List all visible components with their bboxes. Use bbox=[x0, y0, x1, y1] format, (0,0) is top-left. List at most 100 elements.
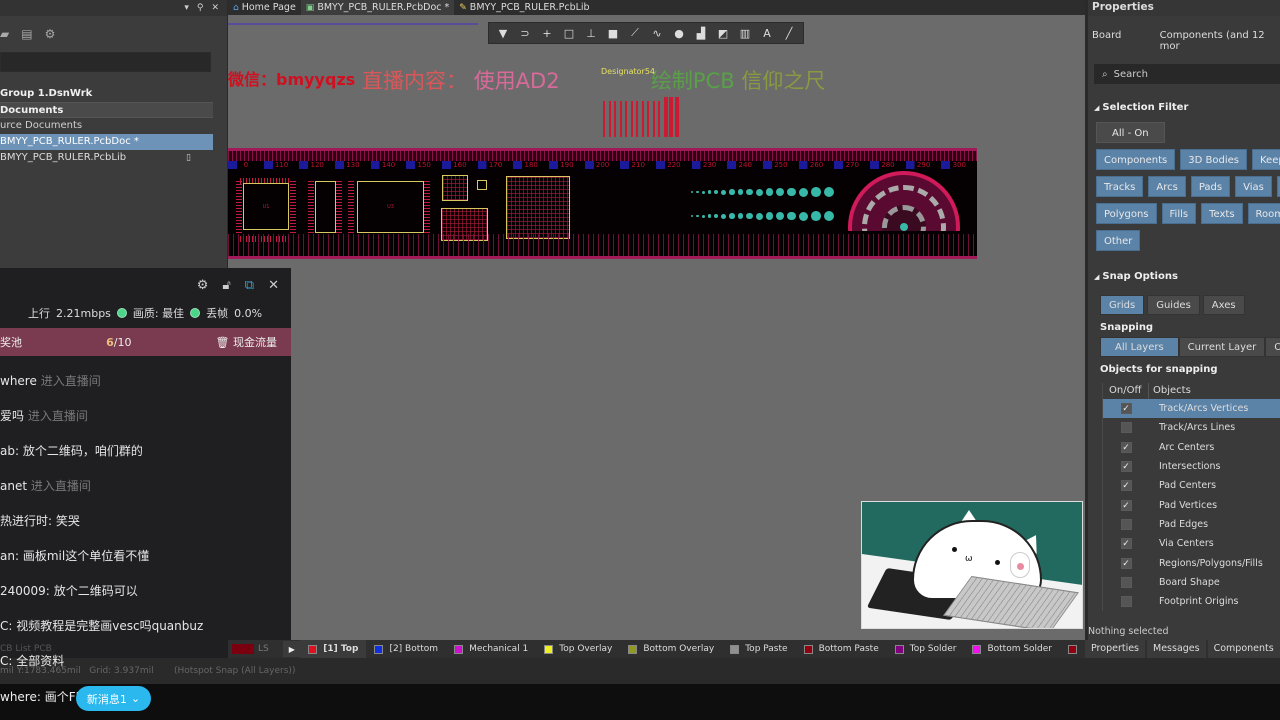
chart-icon[interactable]: ▥ bbox=[737, 25, 753, 41]
rect-fill-icon[interactable]: ◩ bbox=[715, 25, 731, 41]
filter-arcs-button[interactable]: Arcs bbox=[1148, 176, 1186, 197]
pcb-board[interactable]: 0 110 120 130 140 150 160 170 180 190 200 210 220 230… bbox=[228, 148, 977, 259]
filter-polygons-button[interactable]: Polygons bbox=[1096, 203, 1157, 224]
diff-pair-icon[interactable]: ∿ bbox=[649, 25, 665, 41]
via-icon[interactable]: ● bbox=[671, 25, 687, 41]
small-part[interactable] bbox=[477, 180, 487, 190]
bga-large-chip[interactable] bbox=[506, 176, 570, 239]
snap-object-checkbox[interactable] bbox=[1120, 518, 1132, 530]
selection-filter-header[interactable]: ◢ Selection Filter bbox=[1088, 102, 1280, 116]
tree-item-workspace[interactable]: Group 1.DsnWrk bbox=[0, 86, 213, 102]
snap-object-row[interactable]: Track/Arcs Lines bbox=[1103, 418, 1280, 437]
qfp-chip[interactable]: U1 bbox=[243, 183, 289, 230]
layer-tab[interactable]: Bottom Overlay bbox=[620, 640, 722, 658]
select-rect-icon[interactable]: □ bbox=[561, 25, 577, 41]
snap-object-checkbox[interactable]: ✓ bbox=[1120, 403, 1132, 415]
close-icon[interactable]: ✕ bbox=[211, 3, 219, 13]
pool-action[interactable]: 🗑︎ 现金流量 bbox=[216, 334, 277, 350]
layer-set-selector[interactable]: LS bbox=[228, 641, 275, 657]
snap-options-header[interactable]: ◢ Snap Options bbox=[1088, 271, 1280, 285]
snap-object-checkbox[interactable] bbox=[1120, 596, 1132, 608]
new-message-button[interactable]: 新消息1 ⌄ bbox=[76, 686, 151, 711]
soic-chip[interactable] bbox=[315, 181, 336, 233]
tab-home-page[interactable]: ⌂ Home Page bbox=[228, 0, 301, 15]
route-icon[interactable]: ⊃ bbox=[517, 25, 533, 41]
tree-item-pcbdoc[interactable]: BMYY_PCB_RULER.PcbDoc * bbox=[0, 134, 213, 150]
snap-object-row[interactable]: Pad Edges bbox=[1103, 515, 1280, 534]
snap-object-checkbox[interactable]: ✓ bbox=[1120, 461, 1132, 473]
properties-search-input[interactable]: ⌕ Search bbox=[1094, 64, 1280, 84]
filter-fills-button[interactable]: Fills bbox=[1161, 203, 1197, 224]
layer-tab[interactable]: Bottom Solder bbox=[964, 640, 1060, 658]
tree-item-pcblib[interactable]: BMYY_PCB_RULER.PcbLib ▯ bbox=[0, 150, 213, 166]
interactive-route-icon[interactable]: ⟋ bbox=[627, 25, 643, 41]
layer-tab[interactable]: [2] Bottom bbox=[366, 640, 446, 658]
layer-tab[interactable]: Top Solder bbox=[887, 640, 965, 658]
snapping-option[interactable]: Current Layer bbox=[1178, 337, 1266, 357]
pcb-canvas[interactable]: ▼ ⊃ + □ ⊥ ■ ⟋ ∿ ● ▟ ◩ ▥ A ╱ 微信：bmyyqzs 直播内容： 使用AD2 绘制… bbox=[228, 15, 1085, 640]
snap-object-row[interactable]: ✓ Track/Arcs Vertices bbox=[1103, 399, 1280, 419]
snap-mode-grids-button[interactable]: Grids bbox=[1100, 295, 1145, 315]
layer-tab[interactable]: Top Paste bbox=[722, 640, 795, 658]
snap-mode-guides-button[interactable]: Guides bbox=[1147, 295, 1200, 315]
gear-icon[interactable]: ⚙ bbox=[45, 27, 56, 41]
snap-object-checkbox[interactable]: ✓ bbox=[1120, 480, 1132, 492]
snap-object-row[interactable]: ✓ Intersections bbox=[1103, 457, 1280, 476]
layer-tab[interactable]: Top Overlay bbox=[536, 640, 620, 658]
snap-object-row[interactable]: Board Shape bbox=[1103, 573, 1280, 592]
copy-icon[interactable]: ▤ bbox=[21, 27, 32, 41]
tree-item-source-documents[interactable]: urce Documents bbox=[0, 118, 213, 134]
filter-components-button[interactable]: Components bbox=[1096, 149, 1176, 170]
bga-small-chip[interactable] bbox=[442, 175, 468, 201]
popout-icon[interactable]: ⧉ bbox=[245, 278, 254, 293]
snapping-option[interactable]: All Layers bbox=[1100, 337, 1179, 357]
snap-object-checkbox[interactable] bbox=[1120, 422, 1132, 434]
all-on-button[interactable]: All - On bbox=[1096, 122, 1165, 143]
snap-object-checkbox[interactable]: ✓ bbox=[1120, 441, 1132, 453]
snap-object-checkbox[interactable]: ✓ bbox=[1120, 557, 1132, 569]
fill-icon[interactable]: ▟ bbox=[693, 25, 709, 41]
crosshair-icon[interactable]: + bbox=[539, 25, 555, 41]
projects-search-input[interactable] bbox=[0, 52, 211, 72]
filter-texts-button[interactable]: Texts bbox=[1201, 203, 1243, 224]
snap-object-checkbox[interactable] bbox=[1120, 576, 1132, 588]
tab-properties[interactable]: Properties bbox=[1085, 640, 1146, 658]
filter-vias-button[interactable]: Vias bbox=[1235, 176, 1272, 197]
tree-item-documents[interactable]: Documents bbox=[0, 102, 213, 118]
lock-icon[interactable]: 🔓︎ bbox=[222, 278, 230, 293]
filter-tracks-button[interactable]: Tracks bbox=[1096, 176, 1144, 197]
prize-pool-bar[interactable]: 奖池 6/10 🗑︎ 现金流量 bbox=[0, 328, 291, 356]
snapping-option[interactable]: O bbox=[1265, 337, 1280, 357]
tab-components[interactable]: Components bbox=[1207, 640, 1280, 658]
snap-object-checkbox[interactable]: ✓ bbox=[1120, 499, 1132, 511]
layer-tab[interactable]: Mechanical 1 bbox=[446, 640, 536, 658]
layer-tab[interactable] bbox=[1060, 640, 1085, 658]
pin-icon[interactable]: ⚲ bbox=[197, 3, 204, 13]
snap-object-row[interactable]: ✓ Pad Centers bbox=[1103, 476, 1280, 495]
tab-pcbdoc[interactable]: ▣ BMYY_PCB_RULER.PcbDoc * bbox=[300, 0, 455, 15]
gear-icon[interactable]: ⚙ bbox=[197, 278, 209, 293]
large-chip[interactable]: U3 bbox=[357, 181, 424, 233]
layer-scroll-right-button[interactable]: ▶ bbox=[283, 641, 301, 657]
snap-object-row[interactable]: ✓ Via Centers bbox=[1103, 534, 1280, 553]
filter-rooms-button[interactable]: Rooms bbox=[1247, 203, 1280, 224]
component-icon[interactable]: ■ bbox=[605, 25, 621, 41]
close-icon[interactable]: ✕ bbox=[268, 278, 279, 293]
folder-icon[interactable]: ▰ bbox=[0, 27, 9, 41]
object-value[interactable]: Components (and 12 mor bbox=[1160, 30, 1280, 56]
filter-keepouts-button[interactable]: Keepouts bbox=[1252, 149, 1280, 170]
tab-pcblib[interactable]: ✎ BMYY_PCB_RULER.PcbLib bbox=[454, 0, 594, 15]
panel-menu-icon[interactable]: ▾ bbox=[184, 3, 189, 13]
snap-object-checkbox[interactable]: ✓ bbox=[1120, 538, 1132, 550]
protractor-graphic[interactable] bbox=[848, 171, 960, 231]
snap-object-row[interactable]: ✓ Pad Vertices bbox=[1103, 495, 1280, 514]
layer-tab[interactable]: [1] Top bbox=[300, 640, 367, 658]
filter-icon[interactable]: ▼ bbox=[495, 25, 511, 41]
align-icon[interactable]: ⊥ bbox=[583, 25, 599, 41]
filter-3d-bodies-button[interactable]: 3D Bodies bbox=[1180, 149, 1247, 170]
snap-object-row[interactable]: ✓ Regions/Polygons/Fills bbox=[1103, 553, 1280, 572]
layer-tab[interactable]: Bottom Paste bbox=[796, 640, 887, 658]
snap-object-row[interactable]: Footprint Origins bbox=[1103, 592, 1280, 611]
text-icon[interactable]: A bbox=[759, 25, 775, 41]
tab-messages[interactable]: Messages bbox=[1147, 640, 1206, 658]
